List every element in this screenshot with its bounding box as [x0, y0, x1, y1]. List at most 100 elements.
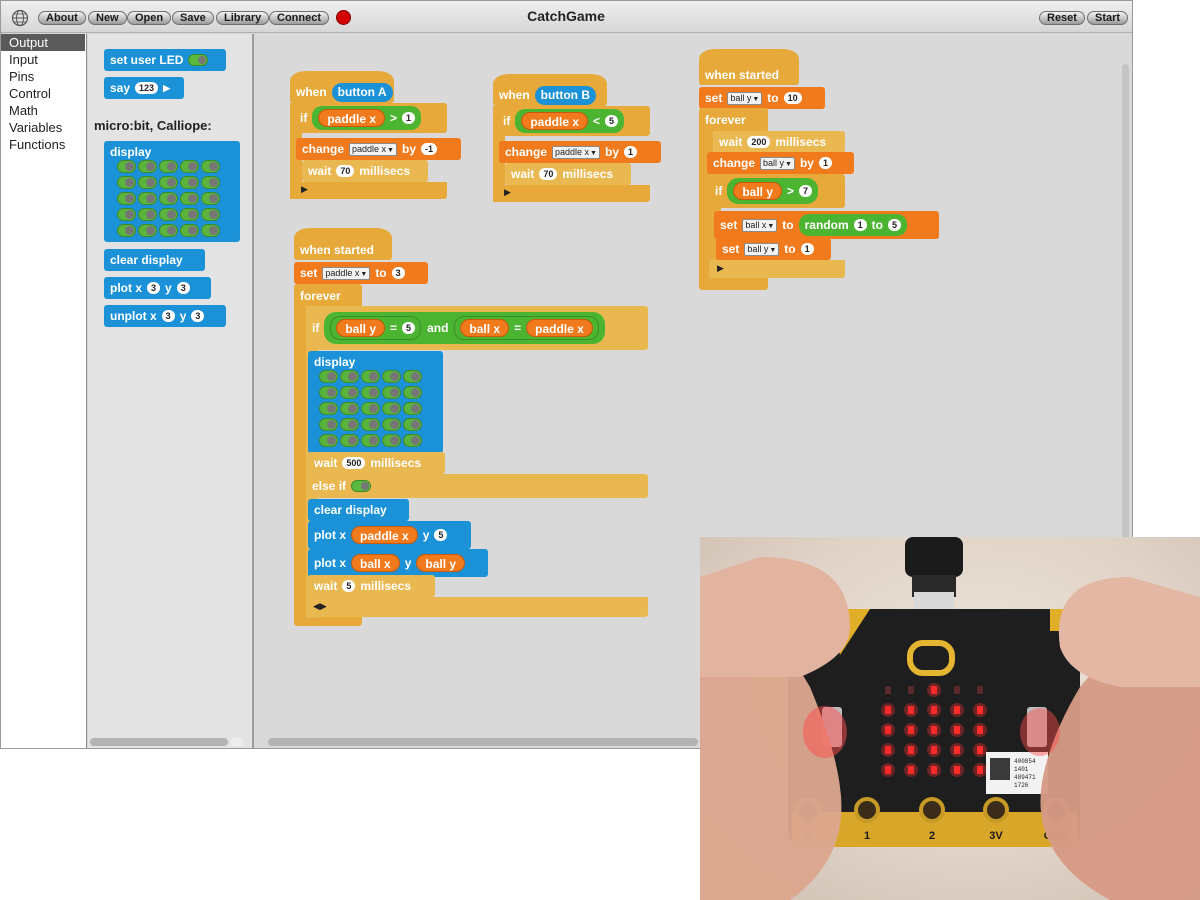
led-toggle[interactable] [403, 402, 422, 415]
led-toggle[interactable] [180, 176, 199, 189]
led-toggle[interactable] [361, 386, 380, 399]
plot-y-input[interactable]: 3 [176, 282, 190, 294]
expand-collapse-arrows-icon[interactable]: ◀▶ [313, 601, 327, 612]
comparison-gt[interactable]: paddle x > 1 [312, 106, 422, 130]
library-button[interactable]: Library [216, 11, 270, 25]
value-input[interactable]: 5 [402, 322, 416, 334]
value-input[interactable]: 1 [402, 112, 416, 124]
else-if-block[interactable]: else if [306, 474, 648, 498]
set-ball-y-block[interactable]: set ball y▼ to 10 [699, 87, 825, 109]
variable-dropdown[interactable]: ball y▼ [727, 91, 763, 105]
plot-block[interactable]: plot x 3 y 3 [104, 277, 211, 299]
when-started-hat[interactable]: when started [294, 228, 392, 260]
led-toggle[interactable] [319, 370, 338, 383]
led-toggle[interactable] [319, 434, 338, 447]
when-button-a-hat[interactable]: when button A [290, 71, 394, 103]
led-toggle[interactable] [382, 386, 401, 399]
save-button[interactable]: Save [172, 11, 214, 25]
wait-block[interactable]: wait 5 millisecs [308, 575, 435, 597]
comparison-lt[interactable]: paddle x < 5 [515, 109, 625, 133]
connect-button[interactable]: Connect [269, 11, 329, 25]
led-toggle[interactable] [382, 402, 401, 415]
led-toggle[interactable] [382, 434, 401, 447]
led-toggle[interactable] [319, 402, 338, 415]
category-control[interactable]: Control [1, 85, 86, 102]
led-toggle[interactable] [319, 418, 338, 431]
value-input[interactable]: 3 [391, 267, 405, 279]
when-started-hat[interactable]: when started [699, 49, 799, 85]
scripts-horizontal-scrollbar[interactable] [268, 738, 698, 746]
led-toggle[interactable] [117, 192, 136, 205]
set-ball-x-random-block[interactable]: set ball x▼ to random 1 to 5 [714, 211, 939, 239]
value-input[interactable]: 1 [853, 219, 867, 231]
change-ball-y-block[interactable]: change ball y▼ by 1 [707, 152, 854, 174]
ball-x-variable[interactable]: ball x [351, 554, 400, 572]
wait-block[interactable]: wait 70 millisecs [302, 160, 428, 182]
unplot-x-input[interactable]: 3 [161, 310, 175, 322]
led-toggle[interactable] [319, 386, 338, 399]
button-a-selector[interactable]: button A [331, 82, 393, 102]
led-toggle[interactable] [340, 402, 359, 415]
led-toggle[interactable] [188, 54, 209, 66]
ball-y-variable[interactable]: ball y [733, 182, 783, 200]
led-toggle[interactable] [159, 224, 178, 237]
variable-dropdown[interactable]: ball y▼ [760, 156, 795, 170]
value-input[interactable]: 5 [605, 115, 619, 127]
led-toggle[interactable] [201, 176, 220, 189]
led-toggle[interactable] [403, 418, 422, 431]
palette-scrollbar[interactable] [90, 738, 228, 746]
variable-dropdown[interactable]: ball y▼ [744, 242, 780, 256]
value-input[interactable]: 500 [342, 457, 366, 469]
unplot-y-input[interactable]: 3 [191, 310, 205, 322]
value-input[interactable]: 5 [342, 580, 356, 592]
expand-arrow-icon[interactable]: ▶ [301, 184, 308, 195]
new-button[interactable]: New [88, 11, 127, 25]
reset-button[interactable]: Reset [1039, 11, 1085, 25]
paddle-x-variable[interactable]: paddle x [521, 112, 589, 130]
category-pins[interactable]: Pins [1, 68, 86, 85]
ball-y-variable[interactable]: ball y [416, 554, 466, 572]
set-ball-y-block[interactable]: set ball y▼ to 1 [716, 238, 831, 260]
comparison-eq[interactable]: ball y = 5 [330, 316, 422, 340]
led-toggle[interactable] [340, 434, 359, 447]
if-block[interactable]: if paddle x > 1 [294, 103, 447, 133]
led-toggle[interactable] [138, 208, 157, 221]
led-toggle[interactable] [361, 370, 380, 383]
expand-arrow-icon[interactable]: ▶ [163, 83, 170, 94]
category-input[interactable]: Input [1, 51, 86, 68]
led-toggle[interactable] [340, 370, 359, 383]
globe-icon[interactable] [11, 9, 29, 27]
value-input[interactable]: 10 [783, 92, 802, 104]
unplot-block[interactable]: unplot x 3 y 3 [104, 305, 226, 327]
comparison-eq[interactable]: ball x = paddle x [454, 316, 599, 340]
if-else-block[interactable]: if ball y = 5 and ball x = paddle x [306, 306, 648, 350]
category-math[interactable]: Math [1, 102, 86, 119]
led-toggle[interactable] [138, 160, 157, 173]
led-toggle[interactable] [201, 192, 220, 205]
value-input[interactable]: 1 [624, 146, 638, 158]
when-button-b-hat[interactable]: when button B [493, 74, 607, 106]
variable-dropdown[interactable]: paddle x▼ [349, 142, 397, 156]
change-paddle-block[interactable]: change paddle x▼ by 1 [499, 141, 661, 163]
if-block[interactable]: if paddle x < 5 [497, 106, 650, 136]
led-toggle[interactable] [159, 176, 178, 189]
value-input[interactable]: 1 [818, 157, 832, 169]
led-toggle[interactable] [361, 418, 380, 431]
led-toggle[interactable] [180, 192, 199, 205]
wait-block[interactable]: wait 500 millisecs [308, 452, 445, 474]
stop-button[interactable] [336, 10, 351, 25]
plot-x-input[interactable]: 3 [147, 282, 161, 294]
variable-dropdown[interactable]: ball x▼ [742, 218, 778, 232]
led-toggle[interactable] [340, 418, 359, 431]
led-toggle[interactable] [201, 208, 220, 221]
value-input[interactable]: 70 [336, 165, 355, 177]
ball-y-variable[interactable]: ball y [336, 319, 386, 337]
category-variables[interactable]: Variables [1, 119, 86, 136]
led-toggle[interactable] [117, 160, 136, 173]
category-functions[interactable]: Functions [1, 136, 86, 153]
value-input[interactable]: 70 [539, 168, 558, 180]
display-led-grid[interactable] [319, 370, 424, 450]
if-block[interactable]: if ball y > 7 [709, 174, 845, 208]
open-button[interactable]: Open [127, 11, 172, 25]
button-b-selector[interactable]: button B [534, 85, 596, 105]
